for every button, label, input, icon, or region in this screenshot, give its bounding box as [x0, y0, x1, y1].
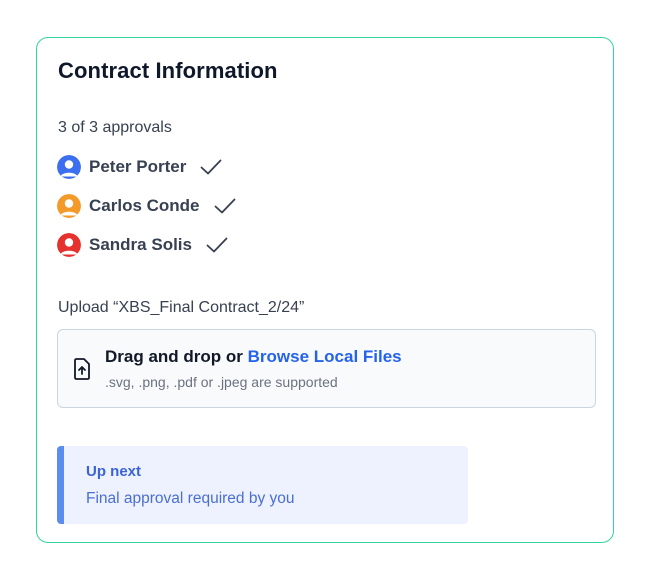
- check-icon: [206, 237, 228, 253]
- supported-formats-hint: .svg, .png, .pdf or .jpeg are supported: [105, 374, 338, 390]
- approver-name: Sandra Solis: [89, 235, 192, 254]
- drag-drop-text: Drag and drop or: [105, 347, 243, 366]
- user-avatar-icon: [57, 233, 81, 257]
- file-dropzone[interactable]: Drag and drop or Browse Local Files .svg…: [57, 329, 596, 408]
- file-upload-icon: [74, 358, 90, 380]
- check-icon: [200, 159, 222, 175]
- card-title: Contract Information: [58, 58, 278, 83]
- approver-name: Carlos Conde: [89, 196, 200, 215]
- callout-accent-bar: [57, 446, 64, 524]
- approver-row: Peter Porter: [57, 154, 222, 180]
- approver-row: Carlos Conde: [57, 193, 236, 219]
- up-next-text: Final approval required by you: [86, 490, 295, 507]
- up-next-callout: Up next Final approval required by you: [57, 446, 468, 524]
- approver-name: Peter Porter: [89, 157, 187, 176]
- user-avatar-icon: [57, 155, 81, 179]
- user-avatar-icon: [57, 194, 81, 218]
- dropzone-title: Drag and drop or Browse Local Files: [105, 347, 402, 367]
- browse-local-files-link[interactable]: Browse Local Files: [248, 347, 402, 366]
- upload-label: Upload “XBS_Final Contract_2/24”: [58, 299, 305, 316]
- contract-information-card: Contract Information 3 of 3 approvals Pe…: [36, 37, 614, 543]
- approvals-count: 3 of 3 approvals: [58, 119, 172, 136]
- up-next-title: Up next: [86, 463, 142, 480]
- check-icon: [214, 198, 235, 214]
- approver-row: Sandra Solis: [57, 232, 228, 258]
